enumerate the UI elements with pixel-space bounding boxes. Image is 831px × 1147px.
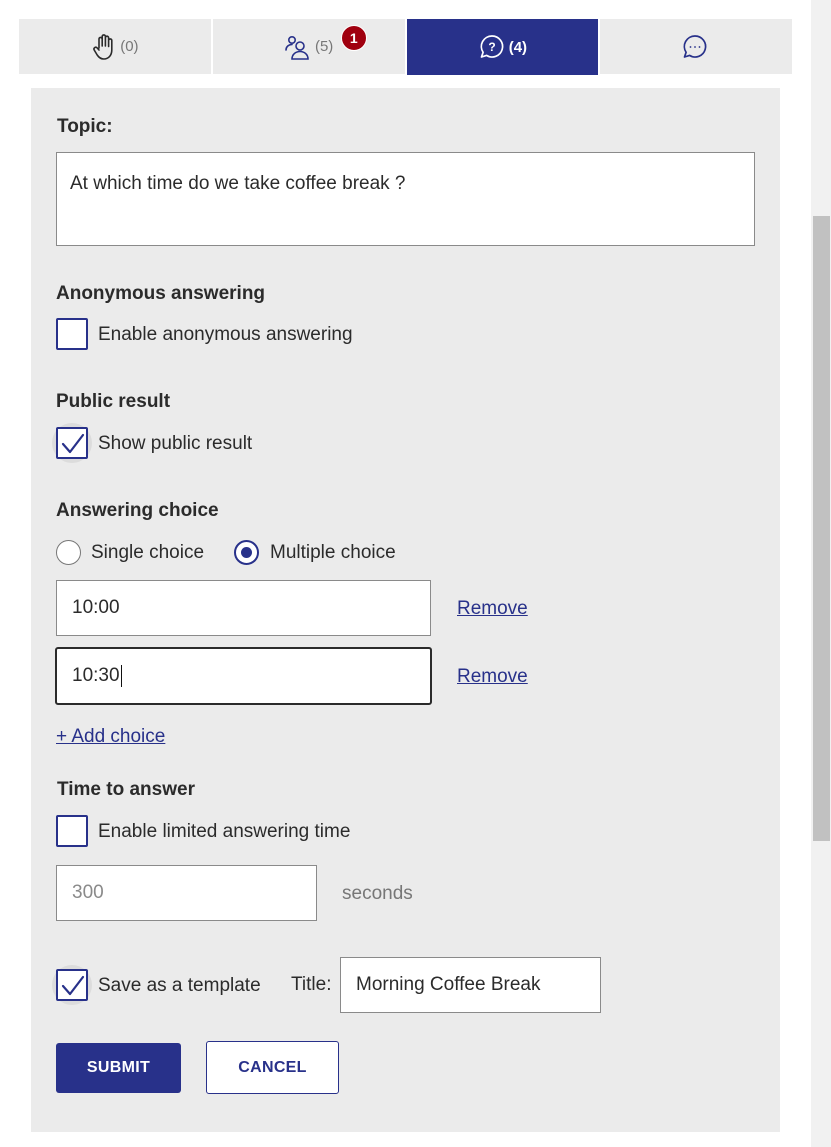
tab-chat[interactable] (600, 19, 792, 74)
public-result-option-label: Show public result (98, 433, 253, 454)
multiple-choice-radio[interactable] (234, 540, 259, 565)
save-template-label: Save as a template (98, 975, 261, 996)
anonymous-checkbox[interactable] (56, 318, 88, 350)
remove-choice-link[interactable]: Remove (457, 598, 528, 620)
tab-polls[interactable]: ? (4) (406, 19, 599, 75)
cancel-button[interactable]: CANCEL (206, 1041, 339, 1094)
checkmark-icon (61, 975, 85, 996)
topic-label: Topic: (57, 116, 113, 137)
add-choice-link[interactable]: + Add choice (56, 726, 165, 748)
hand-icon (91, 33, 117, 61)
seconds-input-placeholder: 300 (72, 882, 104, 903)
template-title-value: Morning Coffee Break (356, 974, 541, 995)
seconds-input[interactable]: 300 (56, 865, 317, 921)
question-icon: ? (478, 33, 506, 61)
tab-bar: (0) (5) 1 ? (4) (19, 19, 792, 75)
seconds-unit-label: seconds (342, 883, 413, 904)
limited-time-option-label: Enable limited answering time (98, 821, 351, 842)
choice-input-value: 10:30 (72, 665, 120, 686)
save-template-checkbox[interactable] (56, 969, 88, 1001)
template-title-label: Title: (291, 974, 332, 995)
choice-input-value: 10:00 (72, 597, 120, 618)
scrollbar-thumb[interactable] (813, 216, 830, 841)
remove-choice-link[interactable]: Remove (457, 666, 528, 688)
text-cursor (120, 665, 123, 687)
single-choice-radio[interactable] (56, 540, 81, 565)
choice-input-focused[interactable]: 10:30 (55, 647, 432, 705)
chat-bubble-icon (681, 33, 709, 61)
participants-icon (284, 33, 312, 61)
public-result-heading: Public result (56, 391, 171, 412)
tab-raise-hand[interactable]: (0) (19, 19, 211, 74)
public-result-checkbox[interactable] (56, 427, 88, 459)
multiple-choice-label: Multiple choice (270, 542, 396, 563)
notification-badge: 1 (340, 25, 367, 51)
tab-participants[interactable]: (5) 1 (212, 19, 405, 74)
tab-participants-count: (5) (314, 38, 334, 55)
anonymous-heading: Anonymous answering (56, 283, 266, 304)
choice-input[interactable]: 10:00 (56, 580, 431, 636)
svg-text:?: ? (488, 40, 495, 54)
template-title-input[interactable]: Morning Coffee Break (340, 957, 601, 1013)
tab-raise-hand-count: (0) (120, 38, 139, 55)
limited-time-checkbox[interactable] (56, 815, 88, 847)
topic-textarea[interactable]: At which time do we take coffee break ? (56, 152, 755, 246)
submit-button[interactable]: SUBMIT (56, 1043, 181, 1093)
single-choice-label: Single choice (91, 542, 205, 563)
anonymous-option-label: Enable anonymous answering (98, 324, 353, 345)
checkmark-icon (61, 433, 85, 454)
tab-polls-count: (4) (508, 38, 528, 56)
answering-choice-heading: Answering choice (56, 500, 219, 521)
time-to-answer-heading: Time to answer (57, 779, 195, 800)
